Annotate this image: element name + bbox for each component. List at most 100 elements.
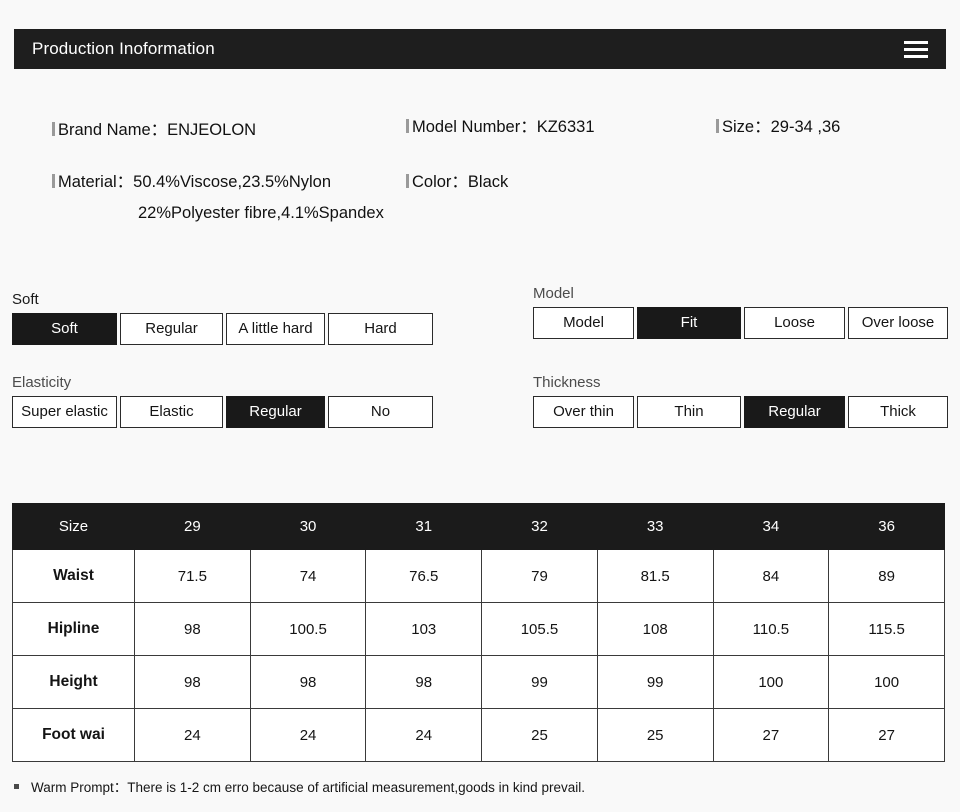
attribute-options-elasticity: Super elastic Elastic Regular No [12,396,433,428]
attribute-options-model: Model Fit Loose Over loose [533,307,948,339]
attribute-group-model: Model Model Fit Loose Over loose [533,285,948,339]
info-brand-name-text: Brand Name：ENJEOLON [58,121,257,139]
info-brand-name: Brand Name：ENJEOLON [52,116,256,140]
info-model-number-text: Model Number：KZ6331 [412,118,595,136]
attribute-options-soft: Soft Regular A little hard Hard [12,313,433,345]
cell-waist-30: 74 [249,549,367,603]
table-header-row: Size 29 30 31 32 33 34 36 [12,503,945,550]
bullet-bar-icon [406,119,409,133]
product-information-page: Production Inoformation Brand Name：ENJEO… [0,0,960,812]
cell-foot-wai-34: 27 [712,708,830,762]
header-cell-36: 36 [828,503,945,550]
option-elasticity-no[interactable]: No [328,396,433,428]
cell-foot-wai-29: 24 [134,708,251,762]
attribute-label-thickness: Thickness [533,374,601,391]
header-cell-29: 29 [134,503,251,550]
info-color: Color：Black [406,168,508,192]
cell-height-33: 99 [596,655,714,709]
attribute-group-elasticity: Elasticity Super elastic Elastic Regular… [12,374,433,428]
option-soft-soft[interactable]: Soft [12,313,117,345]
cell-foot-wai-31: 24 [365,708,483,762]
cell-height-29: 98 [134,655,251,709]
product-info-block: Brand Name：ENJEOLON Model Number：KZ6331 … [0,104,960,234]
hamburger-bar-2 [904,47,928,51]
option-elasticity-super-elastic[interactable]: Super elastic [12,396,117,428]
cell-waist-36: 89 [828,549,945,603]
cell-hipline-32: 105.5 [481,602,598,656]
bullet-bar-icon [52,122,55,136]
option-model-over-loose[interactable]: Over loose [848,307,948,339]
table-row: Hipline 98 100.5 103 105.5 108 110.5 115… [12,602,945,656]
option-model-model[interactable]: Model [533,307,634,339]
bullet-bar-icon [406,174,409,188]
cell-waist-33: 81.5 [596,549,714,603]
option-model-fit[interactable]: Fit [637,307,741,339]
cell-hipline-30: 100.5 [249,602,367,656]
cell-height-36: 100 [828,655,945,709]
hamburger-bar-1 [904,40,928,44]
attribute-label-soft: Soft [12,291,39,308]
option-soft-regular[interactable]: Regular [120,313,223,345]
cell-height-31: 98 [365,655,483,709]
cell-hipline-36: 115.5 [828,602,945,656]
cell-foot-wai-36: 27 [828,708,945,762]
info-material: Material：50.4%Viscose,23.5%Nylon [52,168,331,192]
option-model-loose[interactable]: Loose [744,307,845,339]
option-soft-hard[interactable]: Hard [328,313,433,345]
cell-hipline-31: 103 [365,602,483,656]
size-chart-table: Size 29 30 31 32 33 34 36 Waist 71.5 74 … [12,503,945,762]
option-thickness-thin[interactable]: Thin [637,396,741,428]
cell-height-32: 99 [481,655,598,709]
attribute-label-model: Model [533,285,574,302]
info-material-line2-text: 22%Polyester fibre,4.1%Spandex [138,204,384,222]
bullet-bar-icon [716,119,719,133]
cell-foot-wai-32: 25 [481,708,598,762]
header-cell-size: Size [12,503,135,550]
option-thickness-regular[interactable]: Regular [744,396,845,428]
header-cell-33: 33 [596,503,714,550]
option-thickness-thick[interactable]: Thick [848,396,948,428]
square-bullet-icon [14,783,19,789]
hamburger-icon[interactable] [904,40,928,58]
option-soft-a-little-hard[interactable]: A little hard [226,313,325,345]
cell-waist-29: 71.5 [134,549,251,603]
option-thickness-over-thin[interactable]: Over thin [533,396,634,428]
row-label-height: Height [12,655,135,709]
cell-hipline-34: 110.5 [712,602,830,656]
info-color-text: Color：Black [412,173,509,191]
page-header: Production Inoformation [14,29,946,69]
warm-prompt-text: Warm Prompt：There is 1-2 cm erro because… [31,780,585,795]
bullet-bar-icon [52,174,55,188]
attribute-group-soft: Soft Soft Regular A little hard Hard [12,291,433,345]
cell-height-30: 98 [249,655,367,709]
header-cell-34: 34 [712,503,830,550]
header-cell-32: 32 [481,503,598,550]
page-title: Production Inoformation [32,39,215,58]
cell-foot-wai-33: 25 [596,708,714,762]
info-size: Size：29-34 ,36 [716,113,840,137]
header-cell-30: 30 [249,503,367,550]
row-label-foot-wai: Foot wai [12,708,135,762]
attribute-options-thickness: Over thin Thin Regular Thick [533,396,948,428]
option-elasticity-elastic[interactable]: Elastic [120,396,223,428]
warm-prompt-note: Warm Prompt：There is 1-2 cm erro because… [14,776,585,796]
size-chart-body: Waist 71.5 74 76.5 79 81.5 84 89 Hipline… [12,549,945,762]
cell-height-34: 100 [712,655,830,709]
cell-foot-wai-30: 24 [249,708,367,762]
table-row: Waist 71.5 74 76.5 79 81.5 84 89 [12,549,945,603]
info-material-text: Material：50.4%Viscose,23.5%Nylon [58,173,331,191]
row-label-hipline: Hipline [12,602,135,656]
attribute-group-thickness: Thickness Over thin Thin Regular Thick [533,374,948,428]
cell-hipline-29: 98 [134,602,251,656]
info-model-number: Model Number：KZ6331 [406,113,595,137]
cell-hipline-33: 108 [596,602,714,656]
cell-waist-32: 79 [481,549,598,603]
attribute-label-elasticity: Elasticity [12,374,72,391]
table-row: Height 98 98 98 99 99 100 100 [12,655,945,709]
option-elasticity-regular[interactable]: Regular [226,396,325,428]
hamburger-bar-3 [904,54,928,58]
header-cell-31: 31 [365,503,483,550]
cell-waist-31: 76.5 [365,549,483,603]
info-size-text: Size：29-34 ,36 [722,118,841,136]
info-material-line2: 22%Polyester fibre,4.1%Spandex [138,204,384,223]
